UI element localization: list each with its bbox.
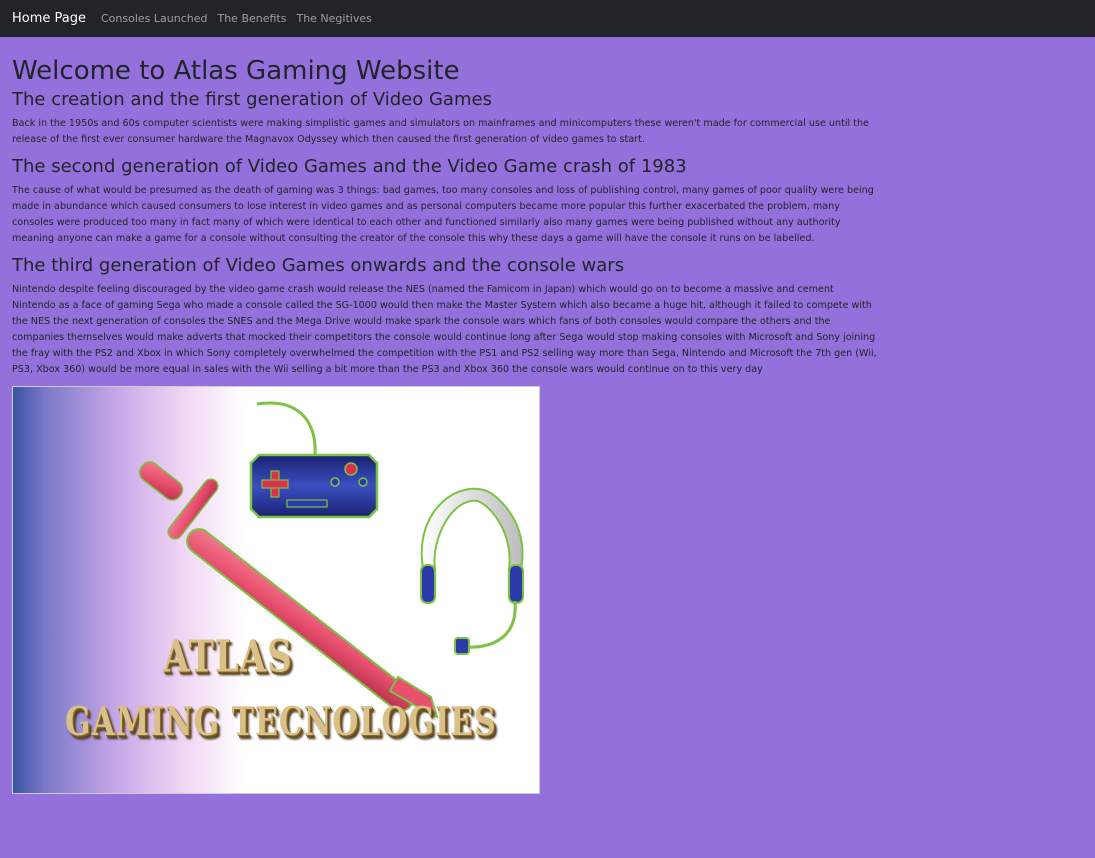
section-third-generation: The third generation of Video Games onwa… [12,255,1083,378]
nav-link-benefits[interactable]: The Benefits [217,12,286,25]
section-second-generation: The second generation of Video Games and… [12,156,1083,247]
section-heading: The creation and the first generation of… [12,89,492,110]
game-controller-icon [249,401,379,519]
section-body: Nintendo despite feeling discouraged by … [12,284,877,375]
section-first-generation: The creation and the first generation of… [12,89,1083,148]
section-heading: The second generation of Video Games and… [12,156,687,177]
nav-link-negatives[interactable]: The Negitives [296,12,371,25]
section-heading: The third generation of Video Games onwa… [12,255,625,276]
headset-icon [420,487,524,655]
atlas-gaming-hero-image: ATLAS GAMING TECNOLOGIES [12,386,540,794]
nav-link-consoles-launched[interactable]: Consoles Launched [101,12,207,25]
atlas-logo-text: ATLAS [163,631,293,683]
top-navbar: Home Page Consoles Launched The Benefits… [0,0,1095,37]
page-title: Welcome to Atlas Gaming Website [12,56,460,86]
main-content: Welcome to Atlas Gaming Website The crea… [0,55,1095,794]
section-body: Back in the 1950s and 60s computer scien… [12,118,869,145]
section-body: The cause of what would be presumed as t… [12,185,874,244]
nav-brand-home[interactable]: Home Page [12,11,86,26]
gaming-technologies-logo-text: GAMING TECNOLOGIES [65,699,497,746]
